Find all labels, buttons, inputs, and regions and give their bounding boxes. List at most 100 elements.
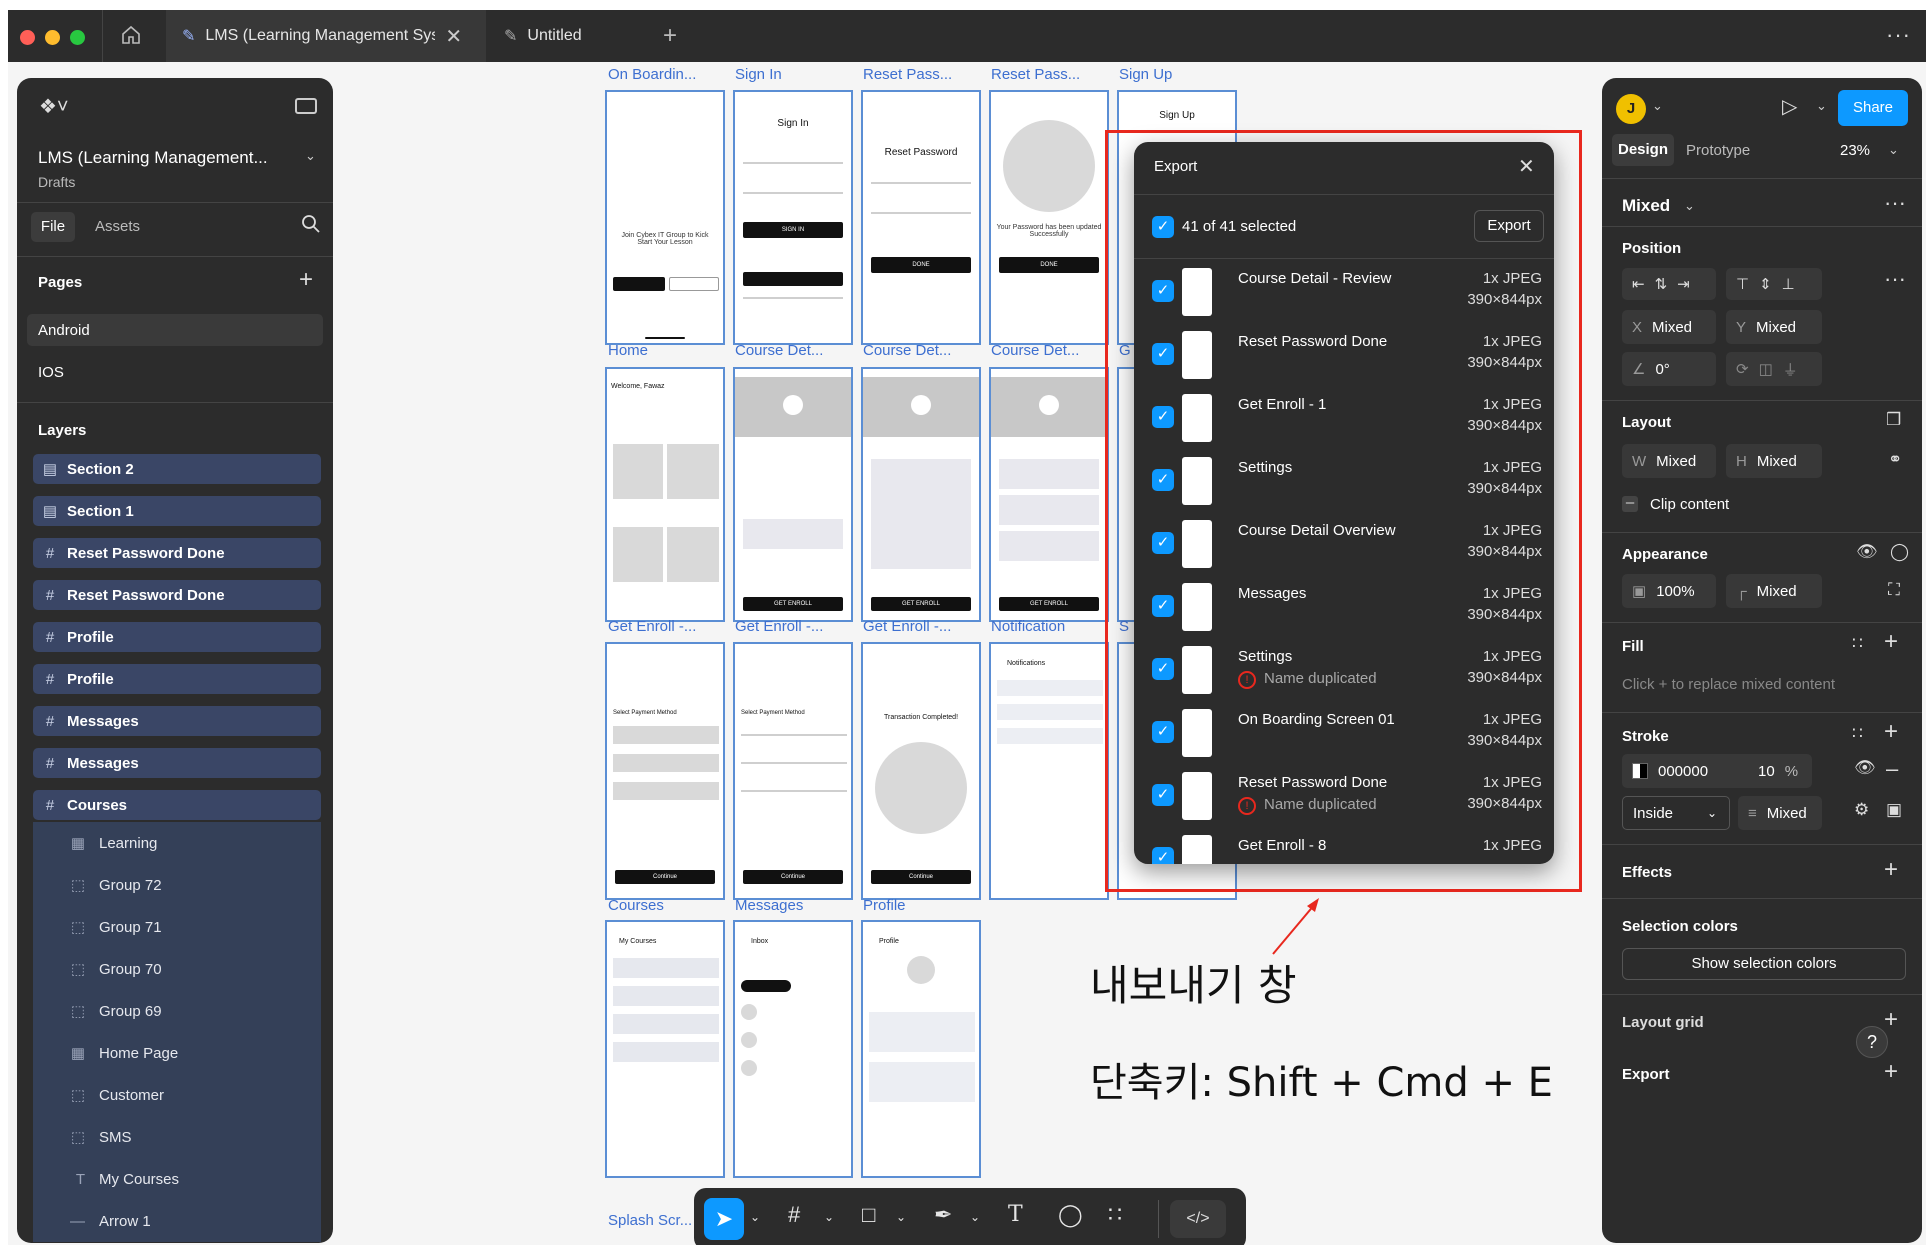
sidebar-toggle-icon[interactable] [295, 98, 317, 114]
export-row[interactable]: ✓ Reset Password Done 1x JPEG 390×844px [1134, 323, 1554, 386]
select-all-checkbox[interactable]: ✓ [1152, 216, 1174, 238]
export-row[interactable]: ✓ Reset Password Done ! Name duplicated 1x J… [1134, 764, 1554, 827]
layer-child-item[interactable]: ⬚ Group 70 [33, 948, 321, 990]
chevron-down-icon[interactable]: ⌄ [1888, 142, 1899, 158]
add-fill-icon[interactable]: + [1884, 628, 1898, 656]
export-row[interactable]: ✓ Get Enroll - 1 1x JPEG 390×844px [1134, 386, 1554, 449]
add-page-icon[interactable]: + [299, 266, 313, 294]
chevron-down-icon[interactable]: ⌄ [896, 1210, 906, 1224]
export-row-checkbox[interactable]: ✓ [1152, 280, 1174, 302]
eye-icon[interactable]: 👁 [1854, 758, 1876, 778]
more-options-icon[interactable]: ··· [1884, 190, 1906, 216]
chevron-down-icon[interactable]: ⌄ [1816, 98, 1827, 114]
frame-label[interactable]: Notification [991, 618, 1087, 635]
chevron-down-icon[interactable]: ⌄ [305, 148, 316, 164]
chevron-down-icon[interactable]: ⌄ [970, 1210, 980, 1224]
avatar[interactable]: J [1616, 94, 1646, 124]
layer-child-item[interactable]: ⬚ Group 71 [33, 906, 321, 948]
layer-child-item[interactable]: ▦ Home Page [33, 1032, 321, 1074]
layer-item[interactable]: # Courses [33, 790, 321, 820]
y-input[interactable]: Y Mixed [1726, 310, 1822, 344]
frame-label[interactable]: Reset Pass... [863, 66, 959, 83]
tab-lms-file[interactable]: ✎ LMS (Learning Management Syst ✕ [166, 10, 486, 62]
align-right-icon[interactable]: ⇥ [1677, 275, 1690, 293]
layer-child-item[interactable]: ⬚ Group 72 [33, 864, 321, 906]
tab-assets[interactable]: Assets [95, 218, 140, 235]
export-row[interactable]: ✓ Settings ! Name duplicated 1x JPEG 390×844p… [1134, 638, 1554, 701]
export-row-checkbox[interactable]: ✓ [1152, 847, 1174, 864]
present-play-icon[interactable]: ▷ [1782, 94, 1797, 119]
rotation-input[interactable]: ∠ 0° [1622, 352, 1716, 386]
close-icon[interactable]: ✕ [1518, 154, 1535, 179]
frame-label[interactable]: Get Enroll -... [863, 618, 959, 635]
frame-label[interactable]: Home [608, 342, 704, 359]
layer-item[interactable]: # Reset Password Done [33, 580, 321, 610]
frame-get-enroll-2[interactable]: Select Payment Method Continue [733, 642, 853, 900]
export-button[interactable]: Export [1474, 210, 1544, 242]
layer-child-item[interactable]: ⬚ Group 69 [33, 990, 321, 1032]
frame-sign-in[interactable]: Sign In SIGN IN [733, 90, 853, 345]
frame-get-enroll-3[interactable]: Transaction Completed! Continue [861, 642, 981, 900]
export-row-checkbox[interactable]: ✓ [1152, 721, 1174, 743]
export-row[interactable]: ✓ Settings 1x JPEG 390×844px [1134, 449, 1554, 512]
height-input[interactable]: H Mixed [1726, 444, 1822, 478]
chevron-down-icon[interactable]: ⌄ [1652, 98, 1663, 114]
help-button[interactable]: ? [1856, 1026, 1888, 1058]
auto-layout-icon[interactable]: ❒ [1886, 410, 1901, 430]
layer-item[interactable]: # Messages [33, 748, 321, 778]
frame-label[interactable]: Get Enroll -... [608, 618, 704, 635]
transform-group[interactable]: ⟳ ◫ ⏚ [1726, 352, 1822, 386]
layer-item[interactable]: # Messages [33, 706, 321, 736]
eye-icon[interactable]: 👁 [1856, 542, 1878, 562]
chevron-down-icon[interactable]: ⌄ [1684, 198, 1695, 214]
layer-child-item[interactable]: T My Courses [33, 1158, 321, 1200]
tab-file[interactable]: File [31, 212, 75, 242]
tab-prototype[interactable]: Prototype [1686, 142, 1750, 159]
figma-menu-icon[interactable]: ❖˅ [39, 94, 69, 119]
frame-label[interactable]: Courses [608, 897, 704, 914]
layer-item[interactable]: ▤ Section 1 [33, 496, 321, 526]
export-row[interactable]: ✓ On Boarding Screen 01 1x JPEG 390×844px [1134, 701, 1554, 764]
export-row-checkbox[interactable]: ✓ [1152, 343, 1174, 365]
align-vertical-group[interactable]: ⊤ ⇕ ⊥ [1726, 268, 1822, 300]
frame-course-detail-1[interactable]: GET ENROLL [733, 367, 853, 622]
align-horizontal-group[interactable]: ⇤ ⇅ ⇥ [1622, 268, 1716, 300]
flip-horizontal-icon[interactable]: ◫ [1759, 360, 1773, 378]
frame-label[interactable]: Course Det... [991, 342, 1087, 359]
frame-onboarding[interactable]: Join Cybex IT Group to Kick Start Your L… [605, 90, 725, 345]
frame-label[interactable]: Messages [735, 897, 831, 914]
align-bottom-icon[interactable]: ⊥ [1782, 275, 1795, 293]
more-align-icon[interactable]: ··· [1884, 266, 1906, 292]
stroke-position-select[interactable]: Inside ⌄ [1622, 796, 1730, 830]
align-middle-icon[interactable]: ⇕ [1759, 275, 1772, 293]
frame-notification[interactable]: Notifications [989, 642, 1109, 900]
frame-profile[interactable]: Profile [861, 920, 981, 1178]
page-item-ios[interactable]: IOS [38, 364, 64, 381]
flip-vertical-icon[interactable]: ⏚ [1783, 359, 1798, 380]
pen-tool-icon[interactable]: ✒ [934, 1202, 952, 1228]
width-input[interactable]: W Mixed [1622, 444, 1716, 478]
frame-label[interactable]: Splash Scr... [608, 1212, 704, 1229]
zoom-window-button[interactable] [70, 30, 85, 45]
independent-corners-icon[interactable]: ⛶ [1888, 580, 1900, 600]
selection-type[interactable]: Mixed [1622, 196, 1670, 216]
export-row-checkbox[interactable]: ✓ [1152, 784, 1174, 806]
x-input[interactable]: X Mixed [1622, 310, 1716, 344]
add-stroke-icon[interactable]: + [1884, 718, 1898, 746]
tab-design[interactable]: Design [1612, 134, 1674, 166]
layer-item[interactable]: ▤ Section 2 [33, 454, 321, 484]
text-tool-icon[interactable]: T [1008, 1202, 1023, 1227]
export-row-checkbox[interactable]: ✓ [1152, 469, 1174, 491]
chevron-down-icon[interactable]: ⌄ [750, 1210, 760, 1224]
frame-label[interactable]: On Boardin... [608, 66, 704, 83]
minimize-window-button[interactable] [45, 30, 60, 45]
frame-label[interactable]: Sign In [735, 66, 831, 83]
frame-label[interactable]: Profile [863, 897, 959, 914]
opacity-input[interactable]: ▣ 100% [1622, 574, 1716, 608]
close-tab-icon[interactable]: ✕ [445, 24, 462, 49]
move-tool-icon[interactable]: ➤ [704, 1198, 744, 1240]
stroke-settings-icon[interactable]: ⚙ [1854, 800, 1869, 820]
frame-course-detail-3[interactable]: GET ENROLL [989, 367, 1109, 622]
search-icon[interactable] [301, 214, 323, 236]
frame-label[interactable]: Reset Pass... [991, 66, 1087, 83]
